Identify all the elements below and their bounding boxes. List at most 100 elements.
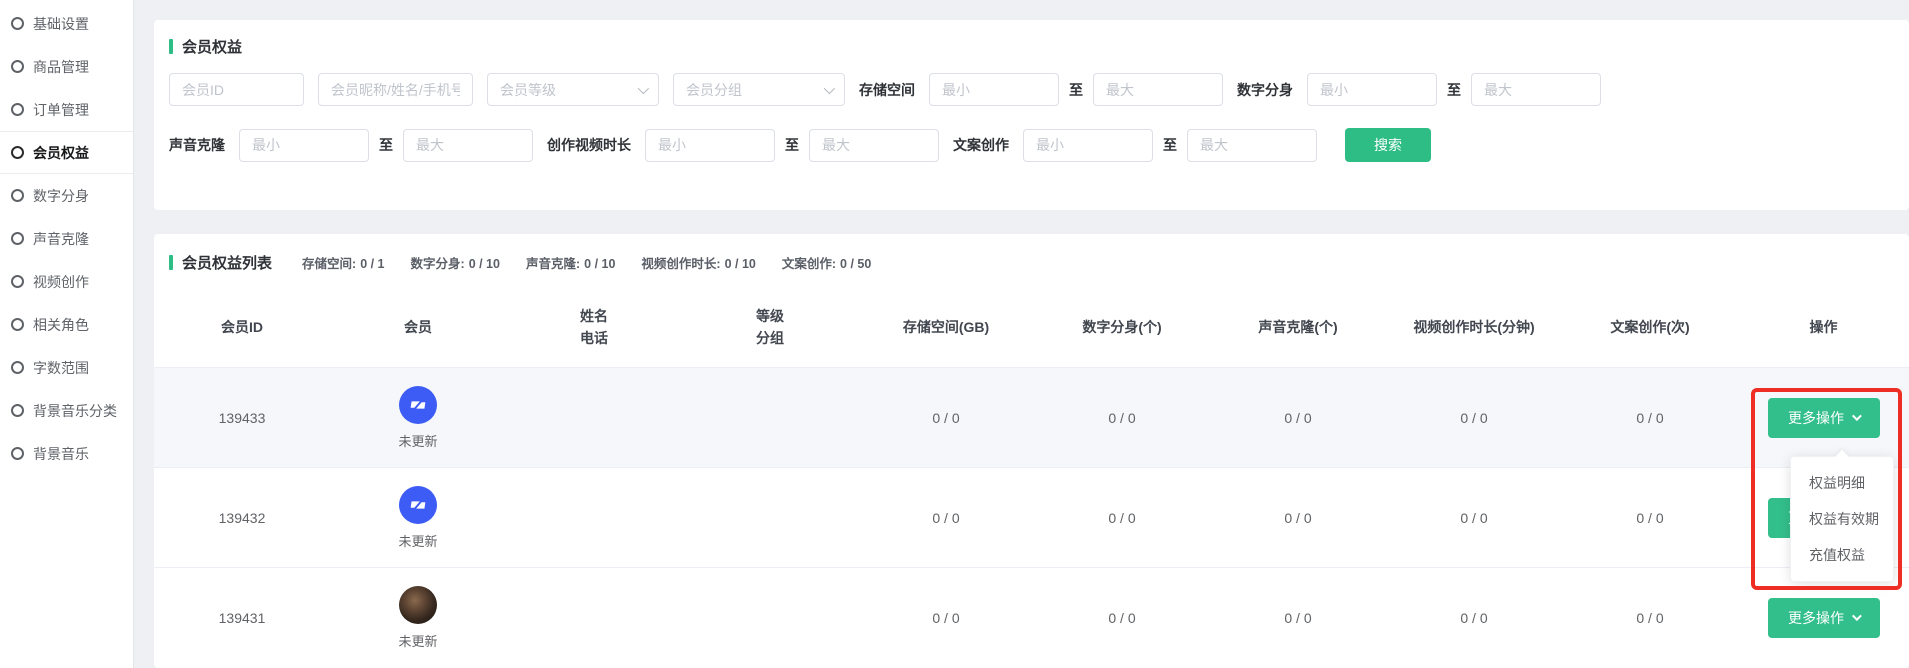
sidebar-item-member-rights[interactable]: 会员权益 [0,131,133,174]
more-actions-button[interactable]: 更多操作 [1768,598,1880,638]
member-rights-list-card: 会员权益列表 存储空间:0 / 1 数字分身:0 / 10 声音克隆:0 / 1… [154,234,1909,668]
chevron-down-icon [824,82,835,93]
main-content: 会员权益 会员等级 会员分组 存储空间 至 数字分身 至 [154,0,1909,668]
sidebar-item-bgm[interactable]: 背景音乐 [0,432,133,475]
voice-clone-cell: 0 / 0 [1210,510,1386,526]
select-placeholder: 会员等级 [500,80,556,100]
voice-clone-filter-label: 声音克隆 [169,135,225,155]
copywriting-to-label: 至 [1163,135,1177,155]
storage-filter-label: 存储空间 [859,80,915,100]
sidebar-item-label: 数字分身 [33,186,89,206]
member-id-cell: 139432 [154,510,330,526]
radio-circle-icon [11,17,24,30]
digital-avatar-max-input[interactable] [1471,73,1601,106]
sidebar-item-label: 会员权益 [33,143,89,163]
sidebar-item-label: 字数范围 [33,358,89,378]
table-row: 139433 未更新 0 / 0 0 / 0 0 [154,367,1909,467]
radio-circle-icon [11,318,24,331]
video-duration-max-input[interactable] [809,129,939,162]
screen: 基础设置 商品管理 订单管理 会员权益 数字分身 声音克隆 视频创作 相关角色 … [0,0,1909,668]
sidebar-item-word-count-range[interactable]: 字数范围 [0,346,133,389]
list-card-header: 会员权益列表 存储空间:0 / 1 数字分身:0 / 10 声音克隆:0 / 1… [154,252,1909,273]
video-duration-filter-label: 创作视频时长 [547,135,631,155]
list-title: 会员权益列表 [182,252,272,273]
search-button[interactable]: 搜索 [1345,128,1431,162]
chevron-down-icon [638,82,649,93]
more-actions-button[interactable]: 更多操作 [1768,398,1880,438]
member-avatar-logo [399,486,437,524]
radio-circle-icon [11,189,24,202]
sidebar-item-product-management[interactable]: 商品管理 [0,45,133,88]
digital-avatar-cell: 0 / 0 [1034,410,1210,426]
avatar-status: 未更新 [398,431,437,450]
storage-cell: 0 / 0 [858,410,1034,426]
col-member-id: 会员ID [154,316,330,338]
digital-avatar-min-input[interactable] [1307,73,1437,106]
video-duration-min-input[interactable] [645,129,775,162]
member-avatar-photo [399,586,437,624]
member-id-cell: 139431 [154,610,330,626]
col-digital-avatar: 数字分身(个) [1034,316,1210,338]
sidebar-item-label: 声音克隆 [33,229,89,249]
filters-card-title: 会员权益 [169,36,1895,57]
table-header-row: 会员ID 会员 姓名电话 等级分组 存储空间(GB) 数字分身(个) 声音克隆(… [154,287,1909,367]
radio-circle-icon [11,146,24,159]
digital-avatar-cell: 0 / 0 [1034,510,1210,526]
quota-stats: 存储空间:0 / 1 数字分身:0 / 10 声音克隆:0 / 10 视频创作时… [302,253,871,272]
radio-circle-icon [11,232,24,245]
radio-circle-icon [11,60,24,73]
radio-circle-icon [11,103,24,116]
sidebar-item-label: 背景音乐 [33,444,89,464]
sidebar-item-bgm-category[interactable]: 背景音乐分类 [0,389,133,432]
video-duration-cell: 0 / 0 [1386,610,1562,626]
sidebar-item-voice-clone[interactable]: 声音克隆 [0,217,133,260]
member-name-input[interactable] [318,73,473,106]
copywriting-cell: 0 / 0 [1562,610,1738,626]
member-id-input[interactable] [169,73,304,106]
video-duration-cell: 0 / 0 [1386,410,1562,426]
radio-circle-icon [11,361,24,374]
sidebar-item-basic-settings[interactable]: 基础设置 [0,2,133,45]
copywriting-max-input[interactable] [1187,129,1317,162]
dropdown-item-rights-detail[interactable]: 权益明细 [1791,465,1893,501]
digital-avatar-to-label: 至 [1447,80,1461,100]
video-duration-to-label: 至 [785,135,799,155]
sidebar-item-label: 视频创作 [33,272,89,292]
member-group-select[interactable]: 会员分组 [673,73,845,106]
actions-cell: 更多操作 [1738,598,1909,638]
stat-digital-avatar: 数字分身:0 / 10 [411,253,500,272]
sidebar-item-digital-avatar[interactable]: 数字分身 [0,174,133,217]
dropdown-item-rights-validity[interactable]: 权益有效期 [1791,501,1893,537]
dropdown-item-recharge-rights[interactable]: 充值权益 [1791,537,1893,573]
member-cell: 未更新 [330,386,506,450]
sidebar-item-related-roles[interactable]: 相关角色 [0,303,133,346]
storage-max-input[interactable] [1093,73,1223,106]
page-title: 会员权益 [182,36,242,57]
chevron-down-icon [1852,411,1862,421]
storage-to-label: 至 [1069,80,1083,100]
member-level-select[interactable]: 会员等级 [487,73,659,106]
copywriting-cell: 0 / 0 [1562,410,1738,426]
more-actions-dropdown: 权益明细 权益有效期 充值权益 [1790,456,1894,582]
voice-clone-max-input[interactable] [403,129,533,162]
col-copywriting: 文案创作(次) [1562,316,1738,338]
sidebar-item-label: 背景音乐分类 [33,401,117,421]
voice-clone-cell: 0 / 0 [1210,610,1386,626]
copywriting-min-input[interactable] [1023,129,1153,162]
stat-storage: 存储空间:0 / 1 [302,253,385,272]
avatar-status: 未更新 [398,631,437,650]
sidebar-item-video-creation[interactable]: 视频创作 [0,260,133,303]
voice-clone-min-input[interactable] [239,129,369,162]
member-cell: 未更新 [330,486,506,550]
storage-min-input[interactable] [929,73,1059,106]
actions-cell: 更多操作 [1738,398,1909,438]
stat-video-duration: 视频创作时长:0 / 10 [641,253,755,272]
table-row: 139432 未更新 0 / 0 0 / 0 0 [154,467,1909,567]
sidebar-item-order-management[interactable]: 订单管理 [0,88,133,131]
sidebar-item-label: 基础设置 [33,14,89,34]
col-member: 会员 [330,316,506,338]
sidebar-menu: 基础设置 商品管理 订单管理 会员权益 数字分身 声音克隆 视频创作 相关角色 … [0,0,133,475]
select-placeholder: 会员分组 [686,80,742,100]
copywriting-filter-label: 文案创作 [953,135,1009,155]
storage-cell: 0 / 0 [858,510,1034,526]
